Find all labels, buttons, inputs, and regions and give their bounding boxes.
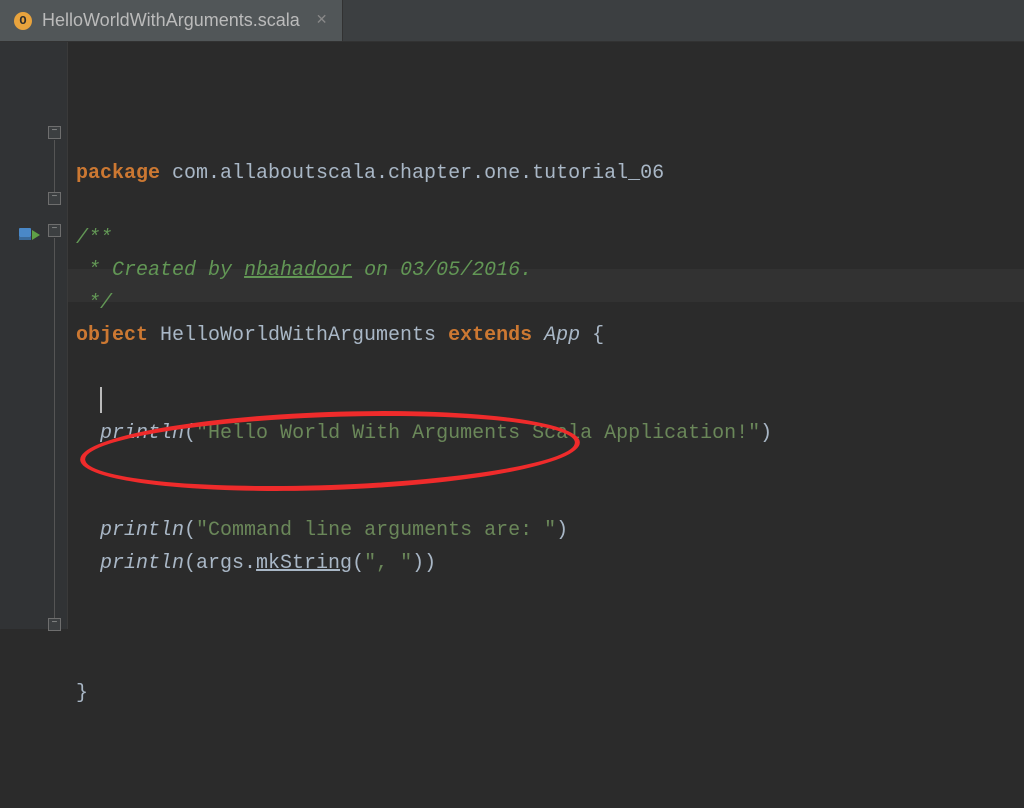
mkstring-method: mkString <box>256 552 352 575</box>
string-literal: "Command line arguments are: " <box>196 519 556 542</box>
close-icon[interactable]: ✕ <box>316 12 328 29</box>
fold-toggle-icon[interactable] <box>48 126 61 139</box>
brace-open: { <box>592 324 604 347</box>
doc-author: nbahadoor <box>244 259 352 282</box>
doc-comment-close: */ <box>76 292 112 315</box>
brace-close: } <box>76 682 88 705</box>
package-path: com.allaboutscala.chapter.one.tutorial_0… <box>160 162 664 185</box>
gutter <box>0 42 68 629</box>
icon-letter: O <box>19 14 26 28</box>
doc-comment-open: /** <box>76 227 112 250</box>
fold-toggle-icon[interactable] <box>48 192 61 205</box>
scala-object-icon: O <box>14 12 32 30</box>
keyword-extends: extends <box>448 324 532 347</box>
code-editor[interactable]: package com.allaboutscala.chapter.one.tu… <box>68 42 1024 629</box>
keyword-object: object <box>76 324 148 347</box>
editor-tab[interactable]: O HelloWorldWithArguments.scala ✕ <box>0 0 343 41</box>
println-call: println <box>100 552 184 575</box>
fold-toggle-icon[interactable] <box>48 224 61 237</box>
tab-bar: O HelloWorldWithArguments.scala ✕ <box>0 0 1024 42</box>
tab-filename: HelloWorldWithArguments.scala <box>42 10 300 31</box>
editor-area: package com.allaboutscala.chapter.one.tu… <box>0 42 1024 629</box>
keyword-package: package <box>76 162 160 185</box>
text-caret <box>100 387 102 413</box>
run-gutter-icon[interactable] <box>18 225 40 245</box>
fold-toggle-icon[interactable] <box>48 618 61 631</box>
object-name: HelloWorldWithArguments <box>148 324 448 347</box>
string-literal: ", " <box>364 552 412 575</box>
app-trait: App <box>532 324 592 347</box>
println-call: println <box>100 422 184 445</box>
doc-comment-line: * Created by nbahadoor on 03/05/2016. <box>76 259 532 282</box>
string-literal: "Hello World With Arguments Scala Applic… <box>196 422 760 445</box>
println-call: println <box>100 519 184 542</box>
